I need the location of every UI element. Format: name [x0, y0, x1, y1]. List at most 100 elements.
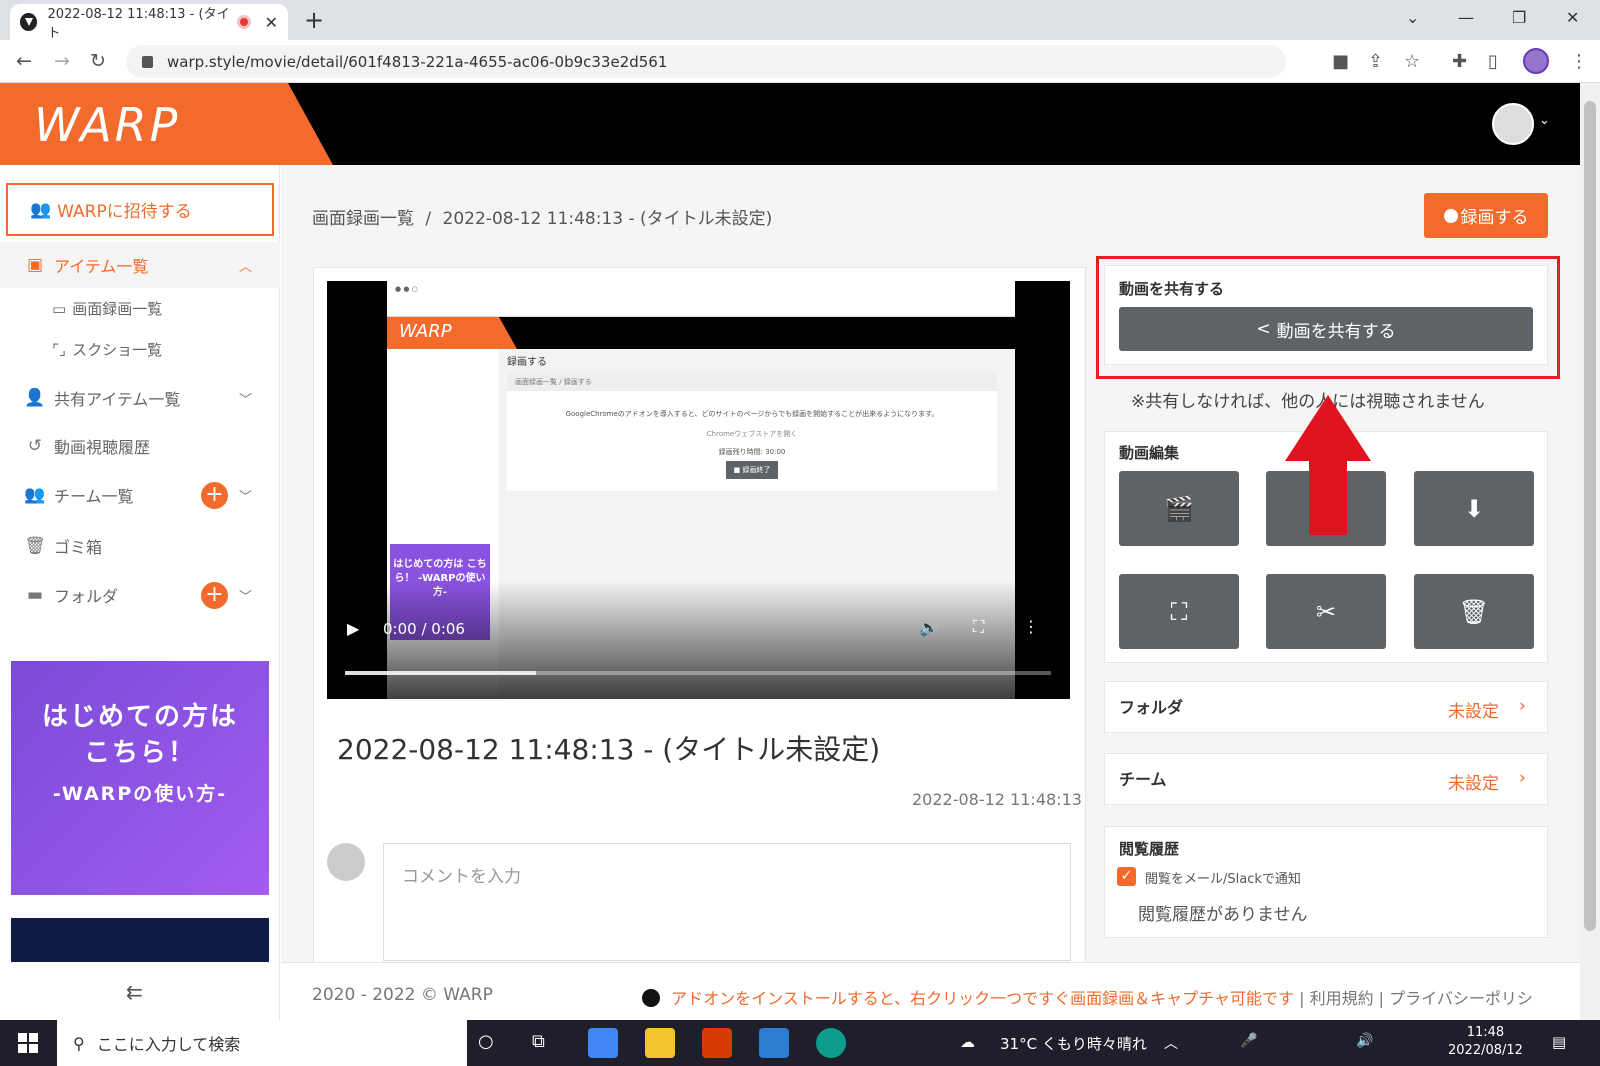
getting-started-banner[interactable]: はじめての方は こちら！ -WARPの使い方- — [11, 661, 269, 895]
extensions-icon[interactable]: ✚ — [1452, 51, 1467, 72]
store-icon[interactable] — [759, 1028, 789, 1058]
page-scrollbar[interactable] — [1580, 83, 1600, 1020]
browser-tab[interactable]: 2022-08-12 11:48:13 - (タイト ✕ — [10, 4, 288, 41]
warp-favicon-icon — [20, 13, 38, 31]
scrollbar-thumb[interactable] — [1584, 101, 1596, 931]
clock-date: 2022/08/12 — [1448, 1043, 1523, 1058]
office-icon[interactable] — [702, 1028, 732, 1058]
video-more-icon[interactable]: ⋮ — [1023, 617, 1039, 636]
weather-text[interactable]: 31°C くもり時々晴れ — [1000, 1033, 1147, 1054]
cortana-icon[interactable]: ○ — [478, 1031, 494, 1052]
taskbar-search-placeholder: ここに入力して検索 — [96, 1035, 241, 1054]
edit-clip-button[interactable]: 🎬 — [1119, 471, 1239, 546]
add-folder-button[interactable]: + — [201, 581, 228, 609]
taskbar-search[interactable]: ⚲ ここに入力して検索 — [57, 1020, 467, 1066]
download-icon: ⬇ — [1463, 494, 1485, 523]
video-title[interactable]: 2022-08-12 11:48:13 - (タイトル未設定) — [337, 728, 880, 768]
volume-icon[interactable]: 🔊 — [919, 618, 939, 637]
sidebar-item-screen-recordings[interactable]: ▭ 画面録画一覧 — [52, 298, 162, 319]
sidebar-item-label: フォルダ — [54, 587, 119, 606]
sidebar-item-shared-items[interactable]: 👤 共有アイテム一覧 ﹀ — [0, 375, 280, 421]
chevron-down-icon[interactable]: ⌄ — [1539, 113, 1550, 128]
chrome-app-icon[interactable] — [588, 1028, 618, 1058]
fullscreen-icon[interactable]: ⛶ — [973, 617, 984, 637]
collapse-sidebar-icon[interactable]: ⇇ — [126, 980, 143, 1004]
taskbar-clock[interactable]: 11:48 2022/08/12 — [1448, 1024, 1523, 1060]
weather-icon[interactable]: ☁ — [960, 1033, 975, 1051]
delete-button[interactable]: 🗑 — [1414, 574, 1534, 649]
back-icon[interactable]: ← — [16, 50, 32, 72]
task-view-icon[interactable]: ⧉ — [532, 1031, 545, 1052]
bookmark-star-icon[interactable]: ☆ — [1404, 51, 1420, 72]
footer-links: アドオンをインストールすると、右クリック一つですぐ画面録画＆キャプチャ可能です … — [642, 985, 1533, 1009]
chevron-right-icon: › — [1519, 768, 1526, 788]
url-text: warp.style/movie/detail/601f4813-221a-46… — [167, 52, 668, 71]
play-icon[interactable]: ▶ — [347, 619, 359, 638]
new-tab-icon[interactable]: + — [304, 6, 324, 34]
team-row-value[interactable]: 未設定 — [1448, 769, 1499, 794]
add-team-button[interactable]: + — [201, 481, 228, 509]
notify-checkbox[interactable]: ✓ — [1117, 867, 1136, 886]
controls-shade — [327, 581, 1070, 699]
tab-search-icon[interactable]: ⌄ — [1406, 8, 1419, 27]
minimize-icon[interactable]: — — [1458, 8, 1474, 27]
mic-icon[interactable]: 🎤 — [1240, 1033, 1257, 1049]
lock-icon — [142, 55, 153, 68]
video-player[interactable]: ● ● ○ WARP 録画する 画面録画一覧 / 録画する GoogleChro… — [327, 281, 1070, 699]
scissors-icon: ✂ — [1315, 597, 1337, 626]
record-dot-icon — [1443, 208, 1458, 223]
tray-chevron-icon[interactable]: ︿ — [1164, 1033, 1178, 1053]
trim-button[interactable]: ✂ — [1266, 574, 1386, 649]
browser-tab-strip: 2022-08-12 11:48:13 - (タイト ✕ + ⌄ — ❐ ✕ — [0, 0, 1600, 41]
folder-row-label: フォルダ — [1119, 698, 1184, 717]
red-arrow-annotation — [1285, 395, 1371, 535]
privacy-link[interactable]: プライバシーポリシ — [1389, 989, 1533, 1008]
browser-menu-icon[interactable]: ⋮ — [1570, 51, 1588, 72]
folder-row-value[interactable]: 未設定 — [1448, 697, 1499, 722]
restore-icon[interactable]: ❐ — [1512, 8, 1526, 27]
sidebar-item-teams[interactable]: 👥 チーム一覧 + ﹀ — [0, 472, 280, 518]
file-explorer-icon[interactable] — [645, 1028, 675, 1058]
camera-icon[interactable]: ■ — [1332, 51, 1349, 72]
share-page-icon[interactable]: ⇪ — [1368, 51, 1383, 72]
video-progress-fill — [345, 671, 536, 675]
sidebar-item-screenshots[interactable]: ⌜⌟ スクショ一覧 — [52, 339, 162, 360]
sidebar-item-history[interactable]: ↺ 動画視聴履歴 — [0, 423, 280, 469]
breadcrumb-root-link[interactable]: 画面録画一覧 — [312, 209, 414, 229]
warp-logo[interactable]: WARP — [34, 98, 180, 152]
breadcrumb-current: 2022-08-12 11:48:13 - (タイトル未設定) — [442, 209, 773, 229]
addon-link[interactable]: アドオンをインストールすると、右クリック一つですぐ画面録画＆キャプチャ可能です — [671, 989, 1294, 1008]
close-window-icon[interactable]: ✕ — [1566, 8, 1579, 27]
secondary-banner[interactable] — [11, 918, 269, 962]
forward-icon[interactable]: → — [54, 50, 70, 72]
browser-profile-avatar[interactable] — [1523, 48, 1549, 74]
footer-separator: | — [1378, 989, 1390, 1008]
screenshot-icon: ⌜⌟ — [52, 341, 67, 359]
crop-button[interactable]: ⛶ — [1119, 574, 1239, 649]
edge-icon[interactable] — [816, 1028, 846, 1058]
inner-warp-logo: WARP — [387, 317, 517, 349]
footer-separator: | — [1299, 989, 1310, 1008]
commenter-avatar — [327, 843, 365, 881]
video-progress-bar[interactable] — [345, 671, 1051, 675]
record-button[interactable]: 録画する — [1424, 193, 1548, 238]
sidebar-item-items[interactable]: ▣ アイテム一覧 ︿ — [0, 242, 280, 288]
windows-taskbar: ⚲ ここに入力して検索 ○ ⧉ ☁ 31°C くもり時々晴れ ︿ 🎤 🔊 11:… — [0, 1020, 1600, 1066]
crop-icon: ⛶ — [1170, 597, 1188, 626]
volume-icon[interactable]: 🔊 — [1356, 1033, 1373, 1049]
sidebar-item-folder[interactable]: ▬ フォルダ + ﹀ — [0, 572, 280, 618]
video-time: 0:00 / 0:06 — [383, 620, 465, 638]
address-bar[interactable]: warp.style/movie/detail/601f4813-221a-46… — [126, 45, 1286, 78]
user-avatar[interactable] — [1492, 103, 1534, 145]
sidebar-item-trash[interactable]: 🗑 ゴミ箱 — [0, 523, 280, 569]
download-button[interactable]: ⬇ — [1414, 471, 1534, 546]
windows-start-icon[interactable] — [18, 1033, 38, 1053]
comment-input[interactable]: コメントを入力 — [383, 843, 1071, 961]
notifications-icon[interactable]: ▤ — [1552, 1033, 1566, 1051]
side-panel-icon[interactable]: ▯ — [1488, 51, 1498, 72]
reload-icon[interactable]: ↻ — [90, 50, 106, 72]
terms-link[interactable]: 利用規約 — [1310, 989, 1374, 1008]
chevron-down-icon: ﹀ — [238, 489, 252, 505]
invite-button[interactable]: 👥 WARPに招待する — [6, 183, 274, 236]
close-tab-icon[interactable]: ✕ — [265, 13, 278, 32]
